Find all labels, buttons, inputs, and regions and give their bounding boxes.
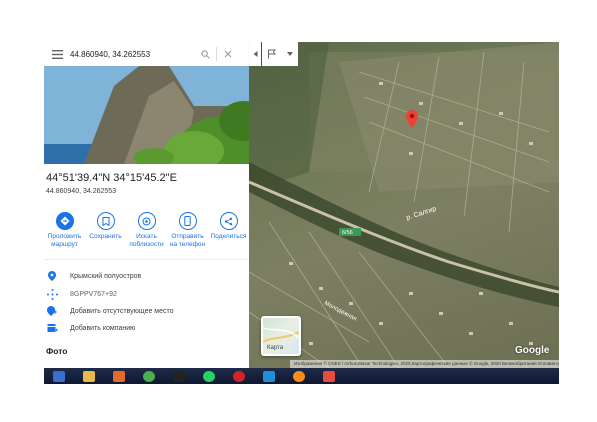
panel-divider [44, 259, 249, 260]
directions-icon [55, 212, 74, 230]
whatsapp-icon [203, 370, 215, 382]
directions-label: Проложить маршрут [47, 233, 82, 248]
chrome-icon [143, 370, 155, 382]
chevron-down-icon[interactable] [287, 52, 293, 56]
photos-heading: Фото [46, 346, 68, 356]
river-label: р. Салгир [405, 206, 437, 222]
search-bar [44, 42, 249, 66]
taskbar-chrome-icon[interactable] [134, 368, 164, 384]
file-explorer-icon [83, 370, 95, 382]
taskbar-firefox-icon[interactable] [284, 368, 314, 384]
place-coordinates: 44.860940, 34.262553 [46, 188, 117, 195]
search-input[interactable] [70, 45, 194, 63]
hamburger-menu-icon[interactable] [44, 42, 70, 66]
taskbar-opera-icon[interactable] [224, 368, 254, 384]
info-row-add-place[interactable]: Добавить отсутствующее место [44, 303, 249, 319]
maps-window: р. Салгир 6/56 Молодежная 44.860940, 34.… [44, 42, 559, 384]
place-title: 44°51'39.4"N 34°15'45.2"E [46, 172, 177, 184]
place-photo[interactable] [44, 66, 249, 164]
search-icon[interactable] [194, 42, 216, 66]
save-label: Сохранить [89, 233, 122, 240]
map-layer-label: Карта [267, 345, 284, 351]
firefox-icon [293, 370, 305, 382]
chevron-left-icon [253, 51, 257, 57]
taskbar-file-explorer-icon[interactable] [74, 368, 104, 384]
action-buttons: Проложить маршрут Сохранить Искать побли… [44, 212, 249, 260]
map-top-controls [262, 42, 298, 66]
bookmark-icon [96, 212, 115, 230]
send-to-phone-label: Отправить на телефон [169, 233, 206, 248]
share-label: Поделиться [210, 233, 247, 240]
taskbar-media-player-icon[interactable] [104, 368, 134, 384]
close-icon[interactable] [217, 42, 239, 66]
add-place-text: Добавить отсутствующее место [70, 307, 174, 315]
info-row-pluscode[interactable]: 8GPPV767+92 [44, 286, 249, 302]
send-to-phone-button[interactable]: Отправить на телефон [168, 212, 208, 260]
flag-icon[interactable] [267, 49, 277, 59]
plus-code-icon [44, 288, 60, 300]
info-row-add-business[interactable]: Добавить компанию [44, 320, 249, 336]
location-icon [44, 271, 60, 281]
region-text: Крымский полуостров [70, 272, 142, 280]
info-row-region[interactable]: Крымский полуостров [44, 268, 249, 284]
nearby-icon [137, 212, 156, 230]
taskbar-ie-icon[interactable] [254, 368, 284, 384]
start-icon [53, 370, 65, 382]
taskbar-whatsapp-icon[interactable] [194, 368, 224, 384]
share-button[interactable]: Поделиться [209, 212, 249, 260]
save-button[interactable]: Сохранить [86, 212, 126, 260]
collapse-panel-button[interactable] [249, 42, 261, 66]
phone-icon [178, 212, 197, 230]
google-logo: Google [515, 345, 550, 356]
plus-code-text: 8GPPV767+92 [70, 290, 117, 298]
ie-icon [263, 370, 275, 382]
share-icon [219, 212, 238, 230]
add-business-icon [44, 323, 60, 333]
taskbar-app-icon[interactable] [314, 368, 344, 384]
opera-icon [233, 370, 245, 382]
nearby-label: Искать поблизости [129, 233, 164, 248]
place-panel: 44°51'39.4"N 34°15'45.2"E 44.860940, 34.… [44, 42, 249, 368]
add-business-text: Добавить компанию [70, 324, 136, 332]
add-location-icon [44, 306, 60, 316]
taskbar-terminal-icon[interactable] [164, 368, 194, 384]
app-icon [323, 370, 335, 382]
map-layer-toggle[interactable]: Карта [261, 316, 301, 356]
nearby-button[interactable]: Искать поблизости [127, 212, 167, 260]
road-number-label: 6/56 [342, 230, 353, 236]
media-player-icon [113, 370, 125, 382]
windows-taskbar [44, 368, 559, 384]
map-attribution: Изображения © CNES / Airbus,Maxar Techno… [290, 360, 559, 368]
taskbar-start-icon[interactable] [44, 368, 74, 384]
directions-button[interactable]: Проложить маршрут [45, 212, 85, 260]
terminal-icon [173, 370, 185, 382]
